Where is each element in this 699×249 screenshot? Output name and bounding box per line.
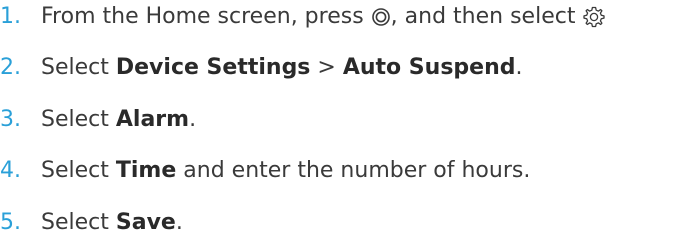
instruction-steps: 1. From the Home screen, press , and the… (0, 0, 699, 249)
step-number: 3. (0, 107, 21, 132)
auto-suspend-label: Auto Suspend (342, 55, 516, 80)
step-text: Select Save. (41, 208, 183, 238)
step-number: 1. (0, 4, 21, 29)
step-2-intro: Select (41, 55, 116, 80)
device-settings-label: Device Settings (115, 55, 311, 80)
step-text: Select Alarm. (41, 105, 196, 135)
step-number: 5. (0, 210, 21, 235)
step-1-intro: From the Home screen, press (41, 4, 364, 29)
step-text: Select Device Settings > Auto Suspend. (41, 53, 523, 83)
path-separator: > (310, 55, 343, 80)
step-3-intro: Select (41, 107, 116, 132)
time-label: Time (115, 158, 177, 183)
step-1-middle: , and then select (390, 4, 576, 29)
step-text: From the Home screen, press , and then s… (41, 2, 606, 32)
step-5-intro: Select (41, 210, 116, 235)
home-button-icon (371, 7, 391, 27)
step-3-end: . (189, 107, 197, 132)
step-number: 4. (0, 158, 21, 183)
step-text: Select Time and enter the number of hour… (41, 156, 530, 186)
gear-icon (582, 5, 606, 29)
step-5-end: . (175, 210, 183, 235)
step-2-end: . (515, 55, 523, 80)
step-number: 2. (0, 55, 21, 80)
step-4-intro: Select (41, 158, 116, 183)
save-label: Save (115, 210, 176, 235)
alarm-label: Alarm (115, 107, 190, 132)
step-4-end: and enter the number of hours. (176, 158, 531, 183)
